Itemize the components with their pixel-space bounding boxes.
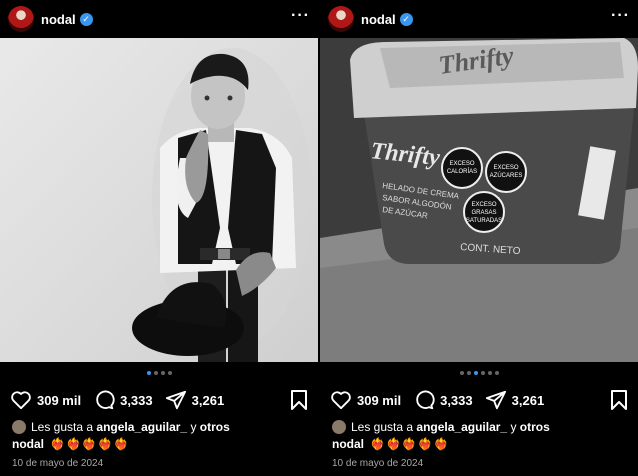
heart-icon bbox=[331, 391, 351, 410]
ice-cream-photo: Thrifty Thrifty HELADO DE CREMA SABOR AL… bbox=[320, 38, 638, 362]
svg-text:SATURADAS: SATURADAS bbox=[466, 218, 502, 224]
like-button[interactable]: 309 mil bbox=[10, 390, 81, 410]
post-photo[interactable]: Thrifty Thrifty HELADO DE CREMA SABOR AL… bbox=[320, 38, 638, 362]
post-photo[interactable] bbox=[0, 38, 318, 362]
share-button[interactable]: 3,261 bbox=[485, 389, 545, 411]
verified-badge-icon: ✓ bbox=[79, 12, 93, 26]
likes-others[interactable]: otros bbox=[520, 420, 550, 434]
shares-count: 3,261 bbox=[191, 392, 225, 408]
carousel-dot bbox=[146, 371, 151, 375]
portrait-photo bbox=[0, 38, 318, 362]
carousel-dot bbox=[167, 371, 172, 375]
heart-icon bbox=[11, 391, 31, 410]
likes-count: 309 mil bbox=[37, 392, 82, 408]
bookmark-icon[interactable] bbox=[610, 389, 628, 411]
verified-badge-icon: ✓ bbox=[399, 12, 413, 26]
carousel-indicator bbox=[320, 371, 638, 375]
liker-avatar bbox=[12, 420, 26, 434]
svg-text:EXCESO: EXCESO bbox=[449, 161, 474, 167]
svg-text:EXCESO: EXCESO bbox=[471, 202, 496, 208]
post-1: nodal ✓ ··· 309 mil 3,333 3,261 Les gust… bbox=[0, 0, 318, 476]
comment-button[interactable]: 3,333 bbox=[413, 389, 473, 411]
carousel-dot bbox=[466, 371, 471, 375]
caption-username[interactable]: nodal bbox=[332, 437, 364, 451]
comment-button[interactable]: 3,333 bbox=[93, 389, 153, 411]
comment-icon bbox=[416, 390, 435, 410]
username[interactable]: nodal bbox=[361, 12, 396, 27]
caption-emojis: ❤️‍🔥❤️‍🔥❤️‍🔥❤️‍🔥❤️‍🔥 bbox=[50, 437, 130, 451]
likes-prefix: Les gusta a bbox=[351, 420, 414, 434]
likes-count: 309 mil bbox=[357, 392, 402, 408]
liked-by: Les gusta a angela_aguilar_ y otros bbox=[332, 420, 550, 434]
post-2: nodal ✓ ··· Thrifty Thrifty HELADO DE CR… bbox=[320, 0, 638, 476]
shares-count: 3,261 bbox=[511, 392, 545, 408]
post-date: 10 de mayo de 2024 bbox=[332, 458, 424, 469]
carousel-indicator bbox=[0, 371, 318, 375]
liker-username[interactable]: angela_aguilar_ bbox=[416, 420, 507, 434]
liker-username[interactable]: angela_aguilar_ bbox=[96, 420, 187, 434]
avatar[interactable] bbox=[8, 6, 34, 32]
caption-username[interactable]: nodal bbox=[12, 437, 44, 451]
liked-by: Les gusta a angela_aguilar_ y otros bbox=[12, 420, 230, 434]
avatar[interactable] bbox=[328, 6, 354, 32]
carousel-dot bbox=[459, 371, 464, 375]
likes-connector: y bbox=[510, 420, 517, 434]
likes-connector: y bbox=[190, 420, 197, 434]
bookmark-icon[interactable] bbox=[290, 389, 308, 411]
more-options-icon[interactable]: ··· bbox=[611, 7, 630, 31]
liker-avatar bbox=[332, 420, 346, 434]
post-actions: 309 mil 3,333 3,261 bbox=[330, 388, 628, 412]
carousel-dot bbox=[494, 371, 499, 375]
svg-text:AZÚCARES: AZÚCARES bbox=[490, 172, 523, 179]
share-button[interactable]: 3,261 bbox=[165, 389, 225, 411]
post-header: nodal ✓ ··· bbox=[0, 0, 318, 38]
post-date: 10 de mayo de 2024 bbox=[12, 458, 104, 469]
share-icon bbox=[165, 390, 186, 410]
svg-text:EXCESO: EXCESO bbox=[493, 165, 518, 171]
carousel-dot bbox=[480, 371, 485, 375]
post-header: nodal ✓ ··· bbox=[320, 0, 638, 38]
comment-icon bbox=[96, 390, 115, 410]
caption: nodal ❤️‍🔥❤️‍🔥❤️‍🔥❤️‍🔥❤️‍🔥 bbox=[332, 437, 450, 451]
username[interactable]: nodal bbox=[41, 12, 76, 27]
carousel-dot bbox=[160, 371, 165, 375]
caption: nodal ❤️‍🔥❤️‍🔥❤️‍🔥❤️‍🔥❤️‍🔥 bbox=[12, 437, 130, 451]
svg-text:GRASAS: GRASAS bbox=[471, 210, 496, 216]
like-button[interactable]: 309 mil bbox=[330, 390, 401, 410]
svg-text:CALORÍAS: CALORÍAS bbox=[447, 168, 477, 175]
more-options-icon[interactable]: ··· bbox=[291, 7, 310, 31]
comments-count: 3,333 bbox=[440, 392, 473, 408]
likes-others[interactable]: otros bbox=[200, 420, 230, 434]
carousel-dot bbox=[153, 371, 158, 375]
caption-emojis: ❤️‍🔥❤️‍🔥❤️‍🔥❤️‍🔥❤️‍🔥 bbox=[370, 437, 450, 451]
carousel-dot bbox=[487, 371, 492, 375]
comments-count: 3,333 bbox=[120, 392, 153, 408]
likes-prefix: Les gusta a bbox=[31, 420, 94, 434]
carousel-dot bbox=[473, 371, 478, 375]
post-actions: 309 mil 3,333 3,261 bbox=[10, 388, 308, 412]
share-icon bbox=[485, 390, 506, 410]
